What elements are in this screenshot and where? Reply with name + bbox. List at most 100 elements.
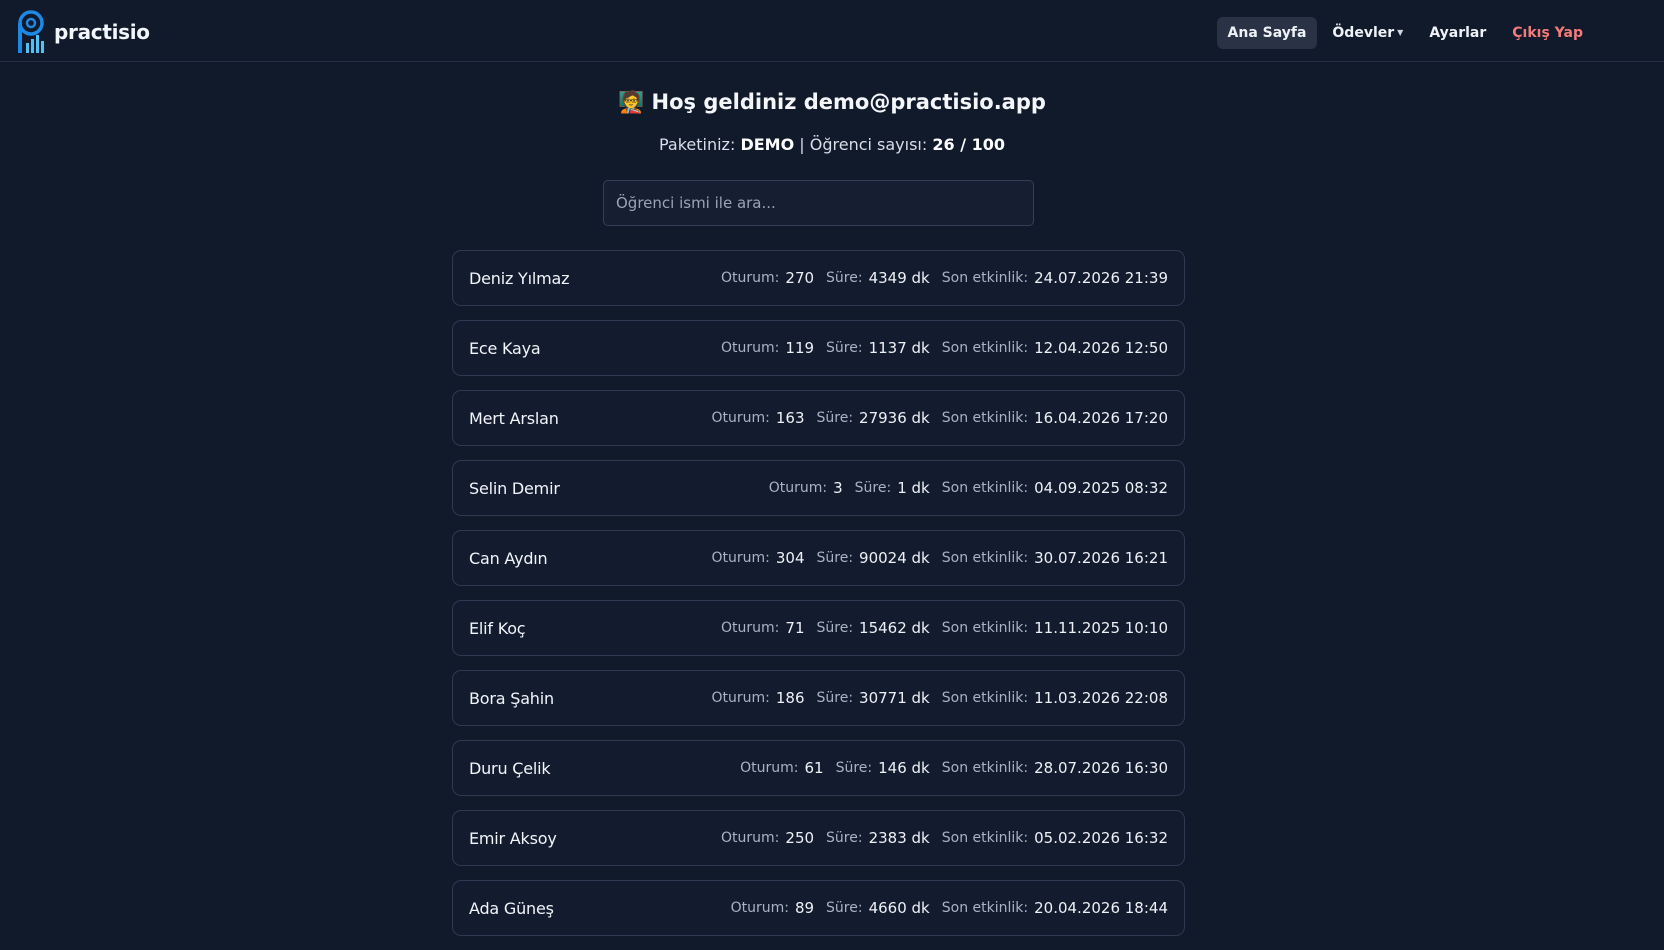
student-row[interactable]: Bora Şahin Oturum: 186 Süre: 30771 dk So…: [452, 670, 1185, 726]
last-activity-value: 24.07.2026 21:39: [1034, 269, 1168, 287]
last-activity-value: 12.04.2026 12:50: [1034, 339, 1168, 357]
duration-label: Süre:: [826, 830, 863, 846]
last-activity-value: 30.07.2026 16:21: [1034, 549, 1168, 567]
duration-label: Süre:: [816, 620, 854, 636]
student-name: Duru Çelik: [469, 758, 551, 778]
student-stats: Oturum: 304 Süre: 90024 dk Son etkinlik:…: [711, 549, 1168, 567]
student-name: Selin Demir: [469, 478, 560, 498]
sessions-value: 270: [785, 269, 815, 287]
student-name: Ada Güneş: [469, 898, 554, 918]
practisio-logo-icon: [18, 10, 44, 53]
sessions-label: Oturum:: [768, 480, 828, 496]
student-stats: Oturum: 3 Süre: 1 dk Son etkinlik: 04.09…: [769, 479, 1168, 497]
sessions-value: 250: [785, 829, 815, 847]
top-navbar: practisio Ana Sayfa Ödevler ▼ Ayarlar Çı…: [0, 0, 1664, 62]
student-stats: Oturum: 163 Süre: 27936 dk Son etkinlik:…: [711, 409, 1168, 427]
student-name: Deniz Yılmaz: [469, 268, 570, 288]
last-activity-value: 11.11.2025 10:10: [1034, 619, 1168, 637]
student-stats: Oturum: 270 Süre: 4349 dk Son etkinlik: …: [721, 269, 1168, 287]
duration-value: 27936 dk: [859, 409, 930, 427]
last-activity-value: 11.03.2026 22:08: [1034, 689, 1168, 707]
sessions-value: 71: [785, 619, 805, 637]
student-row[interactable]: Ada Güneş Oturum: 89 Süre: 4660 dk Son e…: [452, 880, 1185, 936]
sessions-value: 304: [775, 549, 805, 567]
chevron-down-icon: ▼: [1397, 28, 1404, 37]
students-count-value: 26 / 100: [932, 135, 1006, 154]
duration-label: Süre:: [816, 410, 854, 426]
duration-label: Süre:: [816, 550, 854, 566]
last-activity-label: Son etkinlik:: [941, 340, 1029, 356]
duration-label: Süre:: [826, 270, 863, 286]
sessions-label: Oturum:: [711, 690, 770, 706]
last-activity-value: 16.04.2026 17:20: [1034, 409, 1168, 427]
student-search-input[interactable]: [603, 180, 1034, 226]
duration-label: Süre:: [854, 480, 892, 496]
duration-value: 4349 dk: [868, 269, 930, 287]
last-activity-value: 04.09.2025 08:32: [1034, 479, 1168, 497]
student-row[interactable]: Emir Aksoy Oturum: 250 Süre: 2383 dk Son…: [452, 810, 1185, 866]
sessions-label: Oturum:: [721, 340, 780, 356]
last-activity-label: Son etkinlik:: [941, 620, 1029, 636]
duration-value: 30771 dk: [859, 689, 930, 707]
sessions-label: Oturum:: [740, 760, 799, 776]
student-row[interactable]: Deniz Yılmaz Oturum: 270 Süre: 4349 dk S…: [452, 250, 1185, 306]
sessions-label: Oturum:: [721, 830, 780, 846]
duration-value: 90024 dk: [859, 549, 930, 567]
student-stats: Oturum: 71 Süre: 15462 dk Son etkinlik: …: [721, 619, 1168, 637]
nav-assignments-dropdown[interactable]: Ödevler ▼: [1321, 17, 1414, 49]
student-name: Elif Koç: [469, 618, 526, 638]
brand-name: practisio: [54, 20, 150, 44]
student-row[interactable]: Can Aydın Oturum: 304 Süre: 90024 dk Son…: [452, 530, 1185, 586]
duration-value: 15462 dk: [859, 619, 930, 637]
last-activity-label: Son etkinlik:: [941, 410, 1029, 426]
last-activity-label: Son etkinlik:: [941, 760, 1029, 776]
sessions-value: 119: [785, 339, 815, 357]
last-activity-label: Son etkinlik:: [941, 900, 1029, 916]
nav-home[interactable]: Ana Sayfa: [1216, 16, 1318, 49]
duration-label: Süre:: [826, 900, 863, 916]
welcome-heading: 🧑‍🏫 Hoş geldiniz demo@practisio.app: [0, 90, 1664, 115]
sessions-value: 186: [775, 689, 805, 707]
sessions-value: 3: [833, 479, 843, 497]
student-row[interactable]: Ece Kaya Oturum: 119 Süre: 1137 dk Son e…: [452, 320, 1185, 376]
logout-label: Çıkış Yap: [1512, 24, 1583, 41]
student-row[interactable]: Selin Demir Oturum: 3 Süre: 1 dk Son etk…: [452, 460, 1185, 516]
student-stats: Oturum: 89 Süre: 4660 dk Son etkinlik: 2…: [731, 899, 1168, 917]
last-activity-value: 05.02.2026 16:32: [1034, 829, 1168, 847]
sessions-label: Oturum:: [730, 900, 789, 916]
nav-settings[interactable]: Ayarlar: [1418, 17, 1497, 49]
duration-label: Süre:: [816, 690, 854, 706]
last-activity-label: Son etkinlik:: [941, 480, 1029, 496]
sessions-label: Oturum:: [721, 620, 780, 636]
student-stats: Oturum: 61 Süre: 146 dk Son etkinlik: 28…: [740, 759, 1168, 777]
last-activity-label: Son etkinlik:: [941, 690, 1029, 706]
duration-value: 1 dk: [897, 479, 930, 497]
package-info: Paketiniz: DEMO | Öğrenci sayısı: 26 / 1…: [0, 135, 1664, 154]
student-name: Can Aydın: [469, 548, 548, 568]
package-separator: |: [799, 135, 805, 154]
student-stats: Oturum: 186 Süre: 30771 dk Son etkinlik:…: [711, 689, 1168, 707]
last-activity-label: Son etkinlik:: [941, 270, 1029, 286]
duration-value: 4660 dk: [868, 899, 930, 917]
last-activity-label: Son etkinlik:: [941, 550, 1029, 566]
logout-button[interactable]: Çıkış Yap: [1501, 17, 1594, 49]
main-nav: Ana Sayfa Ödevler ▼ Ayarlar Çıkış Yap: [1216, 15, 1594, 50]
brand-logo[interactable]: practisio: [16, 9, 150, 55]
students-count-label: Öğrenci sayısı:: [809, 135, 928, 154]
student-row[interactable]: Duru Çelik Oturum: 61 Süre: 146 dk Son e…: [452, 740, 1185, 796]
duration-value: 146 dk: [878, 759, 930, 777]
welcome-text: Hoş geldiniz demo@practisio.app: [651, 90, 1046, 114]
student-row[interactable]: Mert Arslan Oturum: 163 Süre: 27936 dk S…: [452, 390, 1185, 446]
student-row[interactable]: Elif Koç Oturum: 71 Süre: 15462 dk Son e…: [452, 600, 1185, 656]
sessions-value: 89: [794, 899, 815, 917]
sessions-label: Oturum:: [711, 410, 770, 426]
teacher-emoji-icon: 🧑‍🏫: [618, 90, 645, 114]
sessions-label: Oturum:: [711, 550, 770, 566]
sessions-value: 163: [775, 409, 805, 427]
nav-assignments-label: Ödevler: [1332, 24, 1395, 41]
student-stats: Oturum: 119 Süre: 1137 dk Son etkinlik: …: [721, 339, 1168, 357]
last-activity-label: Son etkinlik:: [941, 830, 1029, 846]
last-activity-value: 20.04.2026 18:44: [1034, 899, 1168, 917]
duration-value: 1137 dk: [868, 339, 930, 357]
duration-label: Süre:: [826, 340, 863, 356]
